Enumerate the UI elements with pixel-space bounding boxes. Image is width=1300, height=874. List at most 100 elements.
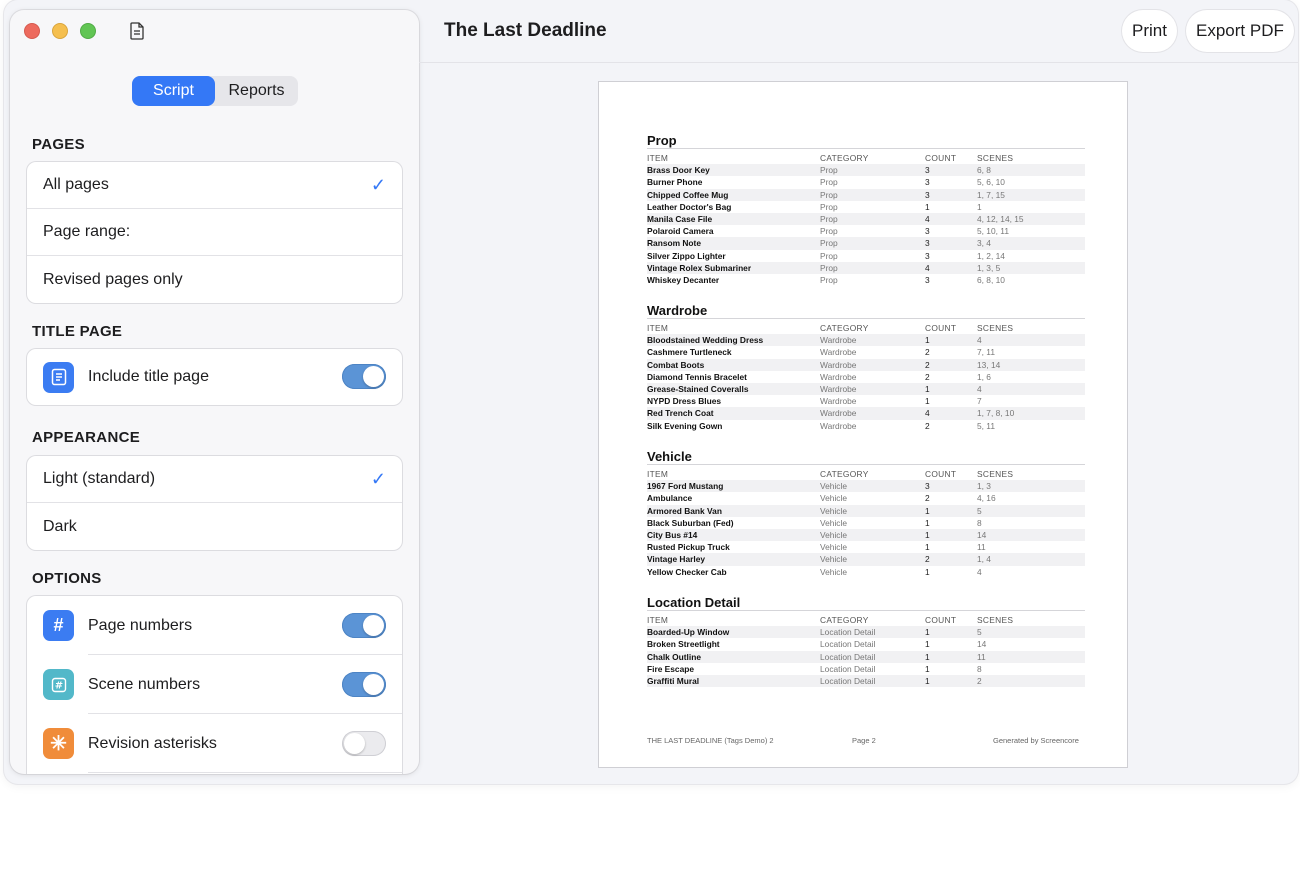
header-divider	[419, 62, 1298, 63]
table-cell: 1, 7, 15	[977, 189, 1005, 200]
footer-generated-by: Generated by Screencore	[993, 736, 1079, 745]
table-cell: Whiskey Decanter	[647, 274, 720, 285]
table-cell: Chipped Coffee Mug	[647, 189, 729, 200]
table-cell: Wardrobe	[820, 383, 857, 394]
table-cell: 4	[977, 566, 982, 577]
report-section-title: Location Detail	[647, 595, 1085, 611]
table-cell: 1, 7, 8, 10	[977, 408, 1015, 419]
table-cell: 5	[977, 505, 982, 516]
table-cell: 1	[925, 201, 930, 212]
revision-asterisks-toggle[interactable]	[342, 731, 386, 756]
table-cell: Combat Boots	[647, 359, 705, 370]
table-cell: 1, 4	[977, 554, 991, 565]
column-header: SCENES	[977, 469, 1014, 479]
report-rows: Brass Door Key Prop 3 6, 8 Burner Phone Prop 3…	[647, 164, 1085, 286]
table-cell: Rusted Pickup Truck	[647, 542, 730, 553]
column-header: SCENES	[977, 323, 1014, 333]
appearance-option-dark[interactable]: Dark	[27, 503, 402, 550]
table-row: Polaroid Camera Prop 3 5, 10, 11	[647, 225, 1085, 237]
pages-option-range[interactable]: Page range:	[27, 209, 402, 256]
report-section-title: Prop	[647, 133, 1085, 149]
table-cell: 2	[925, 493, 930, 504]
table-cell: 3	[925, 189, 930, 200]
export-pdf-button[interactable]: Export PDF	[1186, 10, 1294, 52]
table-cell: Prop	[820, 274, 838, 285]
appearance-option-light[interactable]: Light (standard) ✓	[27, 456, 402, 503]
table-cell: Silver Zippo Lighter	[647, 250, 726, 261]
include-title-page-label: Include title page	[88, 368, 209, 385]
table-cell: 2	[925, 359, 930, 370]
table-row: City Bus #14 Vehicle 1 14	[647, 528, 1085, 542]
document-title: The Last Deadline	[444, 20, 607, 41]
report-section: Location Detail ITEM CATEGORY COUNT SCENES Bo…	[647, 595, 1085, 688]
option-label: Revision asterisks	[88, 734, 217, 752]
table-cell: 4	[925, 262, 930, 273]
appearance-option-label: Light (standard)	[43, 470, 156, 487]
option-label: Page numbers	[88, 616, 193, 634]
table-cell: 1	[925, 335, 930, 346]
table-cell: 7, 11	[977, 347, 996, 358]
table-cell: 4	[977, 383, 982, 394]
table-cell: Vehicle	[820, 493, 848, 504]
table-cell: 5, 6, 10	[977, 177, 1005, 188]
table-cell: 14	[977, 639, 987, 650]
table-row: Whiskey Decanter Prop 3 6, 8, 10	[647, 274, 1085, 286]
pages-option-revised[interactable]: Revised pages only	[27, 256, 402, 303]
close-window-button[interactable]	[24, 23, 40, 39]
table-row: Ambulance Vehicle 2 4, 16	[647, 492, 1085, 504]
option-revision-asterisks[interactable]: ✳ Revision asterisks	[27, 714, 402, 773]
document-icon[interactable]	[130, 22, 144, 40]
table-cell: Graffiti Mural	[647, 675, 700, 686]
title-page-group: Include title page	[27, 349, 402, 405]
options-group: # Page numbers # Scene numbers ✳ Revisio…	[27, 596, 402, 774]
title-page-section-title: TITLE PAGE	[32, 323, 123, 340]
minimize-window-button[interactable]	[52, 23, 68, 39]
table-cell: 8	[977, 663, 982, 674]
table-cell: Location Detail	[820, 675, 876, 686]
report-section-title: Vehicle	[647, 449, 1085, 465]
table-cell: Yellow Checker Cab	[647, 566, 727, 577]
pages-option-label: Revised pages only	[43, 270, 183, 288]
table-cell: Prop	[820, 213, 838, 224]
table-cell: 3	[925, 226, 930, 237]
table-cell: 1	[925, 639, 930, 650]
table-cell: Vintage Harley	[647, 554, 706, 565]
table-cell: Wardrobe	[820, 359, 857, 370]
table-row: Cashmere Turtleneck Wardrobe 2 7, 11	[647, 346, 1085, 358]
print-button[interactable]: Print	[1122, 10, 1177, 52]
table-cell: Vehicle	[820, 542, 848, 553]
table-cell: Vehicle	[820, 529, 848, 540]
zoom-window-button[interactable]	[80, 23, 96, 39]
table-row: Bloodstained Wedding Dress Wardrobe 1 4	[647, 334, 1085, 347]
table-cell: Cashmere Turtleneck	[647, 347, 732, 358]
page-numbers-toggle[interactable]	[342, 613, 386, 638]
table-cell: Chalk Outline	[647, 651, 701, 662]
option-page-numbers[interactable]: # Page numbers	[27, 596, 402, 655]
table-cell: Vehicle	[820, 481, 848, 492]
table-cell: 13, 14	[977, 359, 1001, 370]
tab-reports[interactable]: Reports	[215, 76, 298, 106]
scene-numbers-toggle[interactable]	[342, 672, 386, 697]
include-title-page-row[interactable]: Include title page	[27, 349, 402, 405]
pages-option-label: All pages	[43, 176, 109, 193]
table-cell: Bloodstained Wedding Dress	[647, 335, 764, 346]
table-row: Red Trench Coat Wardrobe 4 1, 7, 8, 10	[647, 407, 1085, 420]
pages-group: All pages ✓ Page range: Revised pages on…	[27, 162, 402, 303]
view-segmented-control: Script Reports	[132, 76, 298, 106]
include-title-page-toggle[interactable]	[342, 364, 386, 389]
table-cell: Manila Case File	[647, 213, 713, 224]
option-scene-numbers[interactable]: # Scene numbers	[27, 655, 402, 714]
report-column-headers: ITEM CATEGORY COUNT SCENES	[647, 322, 1085, 334]
table-cell: 1967 Ford Mustang	[647, 481, 724, 492]
pages-option-all[interactable]: All pages ✓	[27, 162, 402, 209]
column-header: CATEGORY	[820, 323, 869, 333]
table-cell: 4	[925, 213, 930, 224]
hash-icon: #	[43, 610, 74, 641]
pages-section-title: PAGES	[32, 136, 85, 153]
tab-script[interactable]: Script	[132, 76, 215, 106]
table-cell: Diamond Tennis Bracelet	[647, 371, 747, 382]
table-row: Vintage Harley Vehicle 2 1, 4	[647, 553, 1085, 566]
table-cell: 2	[925, 371, 930, 382]
table-cell: Grease-Stained Coveralls	[647, 383, 749, 394]
table-cell: 4, 16	[977, 493, 996, 504]
